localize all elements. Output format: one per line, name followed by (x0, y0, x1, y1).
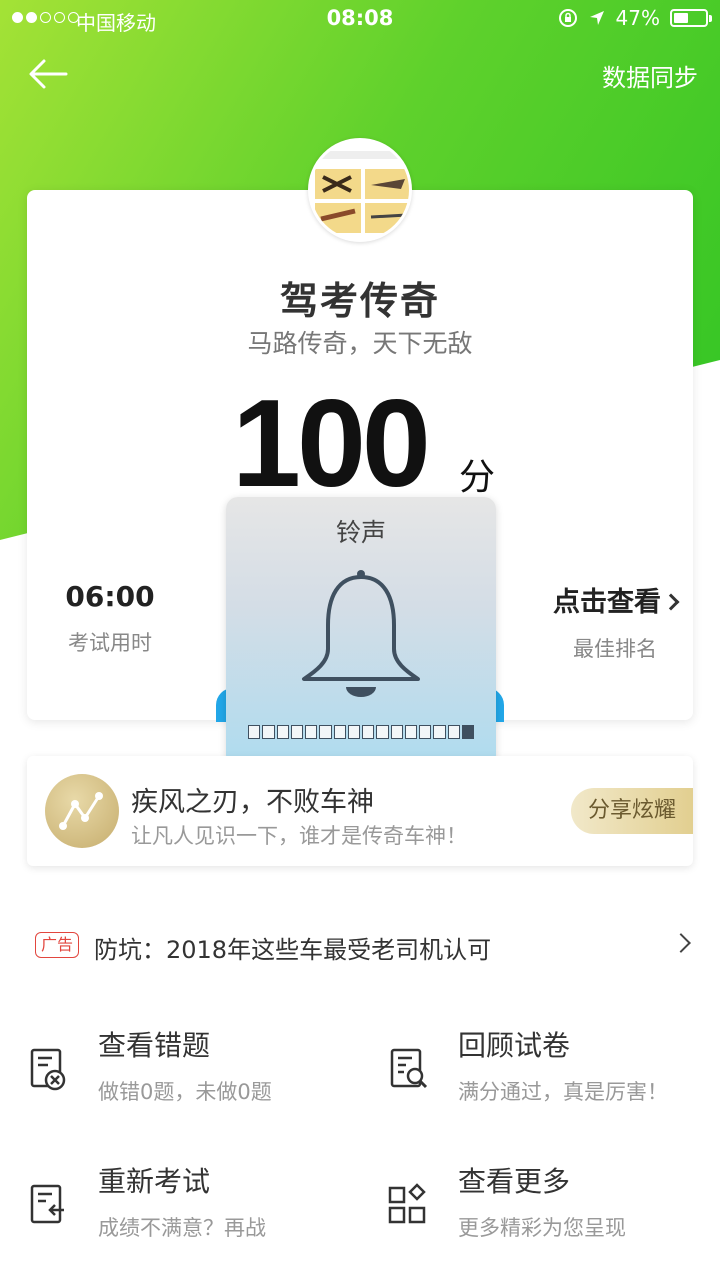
volume-segment (333, 725, 346, 739)
best-rank-stat[interactable]: 点击查看 最佳排名 (540, 580, 690, 663)
action-title: 查看更多 (458, 1165, 571, 1198)
retake-exam-icon (30, 1184, 64, 1224)
volume-segment (433, 725, 446, 739)
exam-time-label: 考试用时 (68, 631, 152, 655)
location-icon (589, 11, 604, 25)
data-sync-button[interactable]: 数据同步 (602, 58, 698, 93)
share-button[interactable]: 分享炫耀 (571, 788, 693, 834)
best-rank-value: 点击查看 (553, 587, 661, 618)
battery-percent: 47% (615, 6, 660, 30)
ringer-title: 铃声 (335, 518, 386, 547)
volume-segment (305, 725, 318, 739)
action-title: 重新考试 (98, 1165, 211, 1198)
score-value: 100 (232, 375, 431, 513)
view-more-button[interactable]: 查看更多 更多精彩为您呈现 (388, 1160, 718, 1260)
status-bar: 中国移动 08:08 47% (0, 0, 720, 38)
volume-segment (404, 725, 417, 739)
best-rank-label: 最佳排名 (573, 637, 657, 661)
status-right: 47% (558, 6, 712, 30)
action-title: 回顾试卷 (458, 1029, 571, 1062)
chevron-right-icon (671, 933, 691, 953)
review-paper-button[interactable]: 回顾试卷 满分通过，真是厉害！ (388, 1024, 718, 1124)
best-rank-link[interactable]: 点击查看 (540, 580, 690, 619)
chevron-right-icon (662, 593, 680, 611)
volume-segment (319, 725, 332, 739)
bell-icon (302, 570, 420, 697)
ad-banner[interactable]: 广告 防坑：2018年这些车最受老司机认可 (0, 920, 720, 970)
view-wrong-questions-button[interactable]: 查看错题 做错0题，未做0题 (28, 1024, 358, 1124)
app-avatar (308, 138, 412, 242)
wrong-questions-icon (30, 1048, 66, 1091)
retake-exam-button[interactable]: 重新考试 成绩不满意？再战 (28, 1160, 358, 1260)
ringer-volume-overlay: 铃声 (226, 497, 496, 767)
volume-segment (276, 725, 289, 739)
back-arrow-icon[interactable] (26, 56, 70, 92)
achievement-subtitle: 让凡人见识一下，谁才是传奇车神！ (131, 824, 467, 848)
action-subtitle: 更多精彩为您呈现 (458, 1216, 626, 1240)
volume-segment (248, 725, 261, 739)
volume-segment (461, 725, 474, 739)
result-subtitle: 马路传奇，天下无敌 (247, 329, 473, 358)
orientation-lock-icon (558, 9, 577, 27)
volume-segment (290, 725, 303, 739)
achievement-title: 疾风之刃，不败车神 (131, 787, 374, 818)
volume-segment (390, 725, 403, 739)
action-subtitle: 满分通过，真是厉害！ (458, 1080, 668, 1104)
volume-segment (347, 725, 360, 739)
volume-segment (376, 725, 389, 739)
battery-icon (670, 9, 712, 27)
exam-time-value: 06:00 (65, 580, 155, 613)
volume-segment (362, 725, 375, 739)
action-subtitle: 成绩不满意？再战 (98, 1216, 266, 1240)
review-paper-icon (390, 1048, 428, 1089)
exam-time-stat: 06:00 考试用时 (30, 580, 190, 657)
volume-level-bar (248, 725, 474, 739)
score-unit: 分 (459, 457, 496, 498)
volume-segment (419, 725, 432, 739)
ad-tag: 广告 (35, 932, 79, 958)
achievement-badge-icon (45, 774, 119, 848)
action-subtitle: 做错0题，未做0题 (98, 1080, 272, 1104)
action-title: 查看错题 (98, 1029, 211, 1062)
volume-segment (262, 725, 275, 739)
achievement-card: 疾风之刃，不败车神 让凡人见识一下，谁才是传奇车神！ 分享炫耀 (27, 756, 693, 866)
ad-text: 防坑：2018年这些车最受老司机认可 (94, 936, 492, 964)
result-title: 驾考传奇 (279, 279, 440, 323)
more-apps-icon (388, 1183, 426, 1224)
volume-segment (447, 725, 460, 739)
